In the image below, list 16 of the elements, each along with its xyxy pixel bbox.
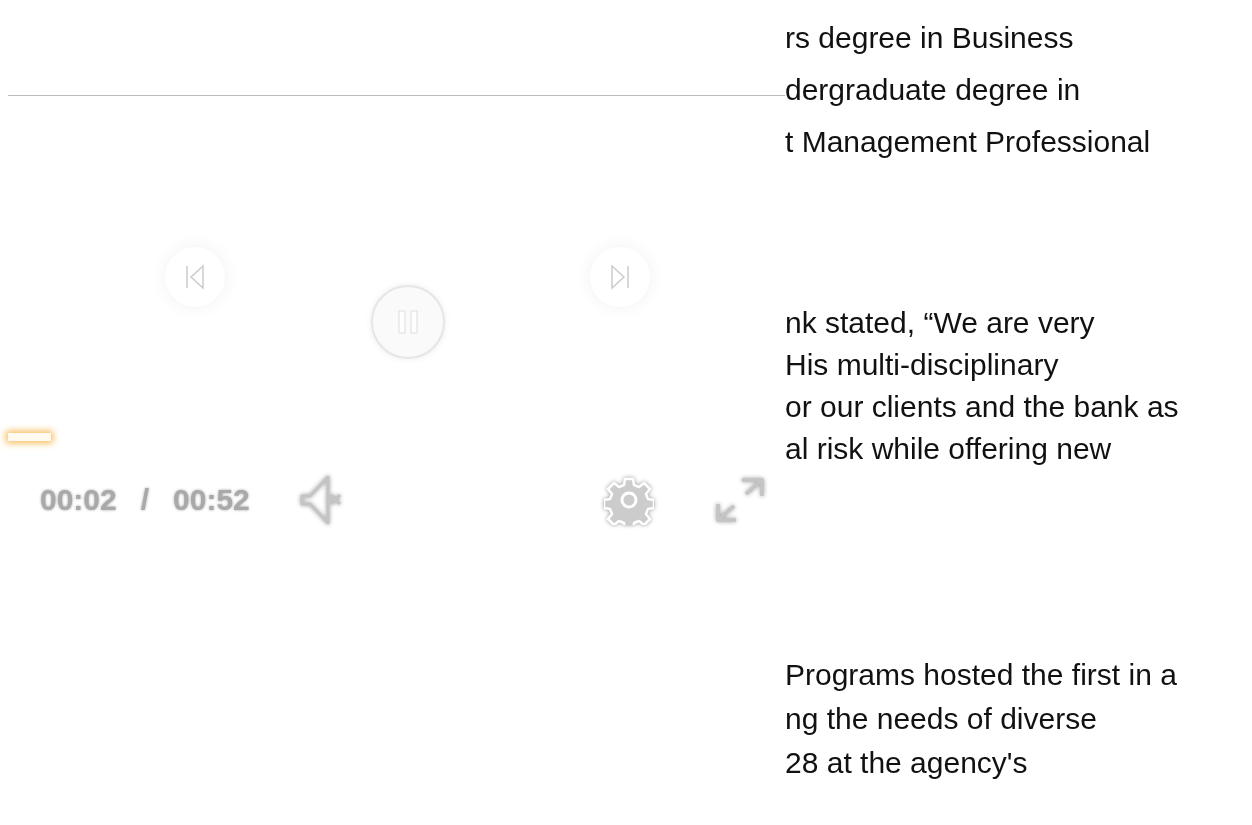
article-text-line: nk stated, “We are very [785,305,1096,341]
time-separator: / [140,483,150,517]
article-text-line: or our clients and the bank as [785,389,1180,425]
article-text-line: rs degree in Business [785,20,1075,56]
article-text-line: 28 at the agency's [785,745,1029,781]
pause-icon [396,308,420,336]
current-time: 00:02 [40,483,117,517]
article-text-line: His multi-disciplinary [785,347,1060,383]
previous-icon [184,263,206,291]
article-text-line: al risk while offering new [785,431,1113,467]
article-text-line: Programs hosted the first in a [785,657,1178,693]
article-text-line: t Management Professional [785,124,1152,160]
article-text-line: dergraduate degree in [785,72,1082,108]
article-text-line: ng the needs of diverse [785,701,1098,737]
next-icon [609,263,631,291]
duration: 00:52 [173,483,250,517]
